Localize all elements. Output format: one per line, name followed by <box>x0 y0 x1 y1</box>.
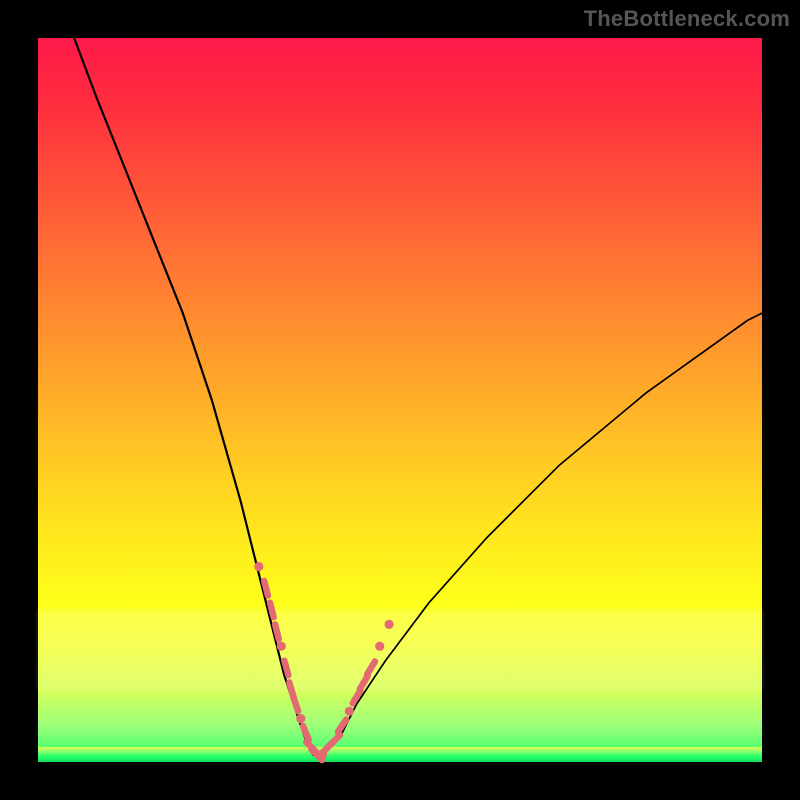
marker-segment <box>275 624 279 639</box>
marker-segment <box>360 676 368 689</box>
marker-dot <box>345 707 354 716</box>
marker-segment <box>338 720 346 732</box>
bottleneck-curve-right <box>313 313 762 755</box>
curve-layer <box>38 38 762 762</box>
marker-segment <box>330 735 341 746</box>
marker-dot <box>277 642 286 651</box>
chart-frame: TheBottleneck.com <box>0 0 800 800</box>
marker-dot <box>254 562 263 571</box>
marker-segment <box>264 581 268 596</box>
marker-segment <box>367 661 375 674</box>
watermark-text: TheBottleneck.com <box>584 6 790 32</box>
marker-dot <box>296 714 305 723</box>
marker-segment <box>284 661 288 675</box>
marker-dot <box>375 642 384 651</box>
valley-markers <box>254 562 394 760</box>
marker-dot <box>385 620 394 629</box>
marker-segment <box>270 603 274 618</box>
plot-area <box>38 38 762 762</box>
marker-segment <box>293 697 298 711</box>
